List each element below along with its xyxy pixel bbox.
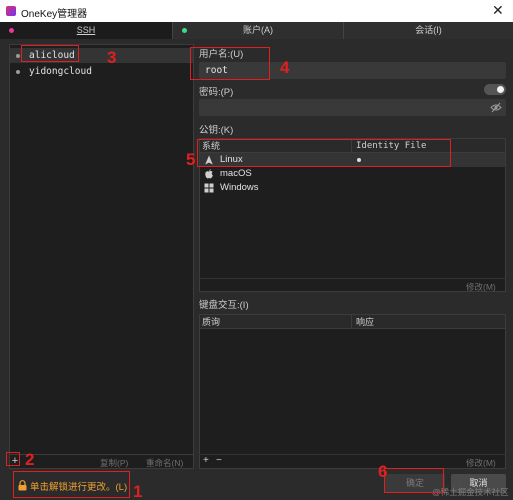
- keyboard-interactive-label: 键盘交互:(I): [199, 300, 249, 311]
- annotation-box: [197, 139, 451, 167]
- column-header-response[interactable]: 响应: [352, 315, 505, 329]
- divider: [9, 454, 194, 455]
- edit-key-button[interactable]: 修改(M): [466, 281, 496, 293]
- copy-host-button[interactable]: 复制(P): [100, 457, 128, 469]
- password-label: 密码:(P): [199, 87, 234, 98]
- divider: [199, 278, 506, 279]
- add-challenge-button[interactable]: +: [203, 455, 209, 466]
- host-item[interactable]: yidongcloud: [10, 64, 193, 79]
- annotation-number: 5: [186, 150, 196, 169]
- os-name: macOS: [220, 168, 252, 179]
- host-list[interactable]: alicloud yidongcloud: [9, 44, 194, 469]
- toggle-knob: [497, 86, 504, 93]
- password-field[interactable]: [199, 99, 506, 116]
- accounts-status-dot: [182, 28, 187, 33]
- divider: [199, 454, 506, 455]
- apple-icon: [205, 169, 213, 179]
- host-label: yidongcloud: [29, 66, 92, 77]
- annotation-box: [13, 471, 130, 498]
- os-name: Windows: [220, 182, 259, 193]
- windows-icon: [204, 183, 214, 193]
- annotation-number: 1: [133, 482, 143, 500]
- table-row[interactable]: Windows: [200, 181, 505, 195]
- rename-host-button[interactable]: 重命名(N): [146, 457, 183, 469]
- tab-ssh-label: SSH: [76, 25, 96, 35]
- annotation-box: [21, 45, 79, 62]
- annotation-number: 2: [25, 450, 35, 469]
- annotation-number: 3: [107, 48, 117, 67]
- tab-ssh[interactable]: SSH: [0, 22, 172, 39]
- annotation-number: 4: [280, 58, 290, 77]
- annotation-box: [190, 47, 270, 80]
- window-title: OneKey管理器: [21, 9, 88, 20]
- annotation-box: [6, 452, 20, 466]
- tab-accounts[interactable]: 账户(A): [172, 22, 343, 39]
- public-key-label: 公钥:(K): [199, 125, 234, 136]
- keyboard-interactive-table[interactable]: 质询 响应: [199, 314, 506, 469]
- app-logo-icon: [6, 6, 16, 16]
- host-status-dot: [16, 54, 20, 58]
- eye-slash-icon[interactable]: [490, 102, 502, 113]
- table-row[interactable]: macOS: [200, 167, 505, 181]
- edit-challenge-button[interactable]: 修改(M): [466, 457, 496, 469]
- tab-accounts-label: 账户(A): [243, 25, 273, 35]
- annotation-number: 6: [378, 462, 388, 481]
- column-header-challenge[interactable]: 质询: [200, 315, 352, 329]
- annotation-box: [384, 468, 444, 493]
- host-status-dot: [16, 70, 20, 74]
- close-icon[interactable]: ✕: [492, 2, 504, 19]
- tab-sessions[interactable]: 会话(I): [343, 22, 513, 39]
- ssh-status-dot: [9, 28, 14, 33]
- remove-challenge-button[interactable]: −: [216, 455, 222, 466]
- tab-sessions-label: 会话(I): [415, 25, 442, 35]
